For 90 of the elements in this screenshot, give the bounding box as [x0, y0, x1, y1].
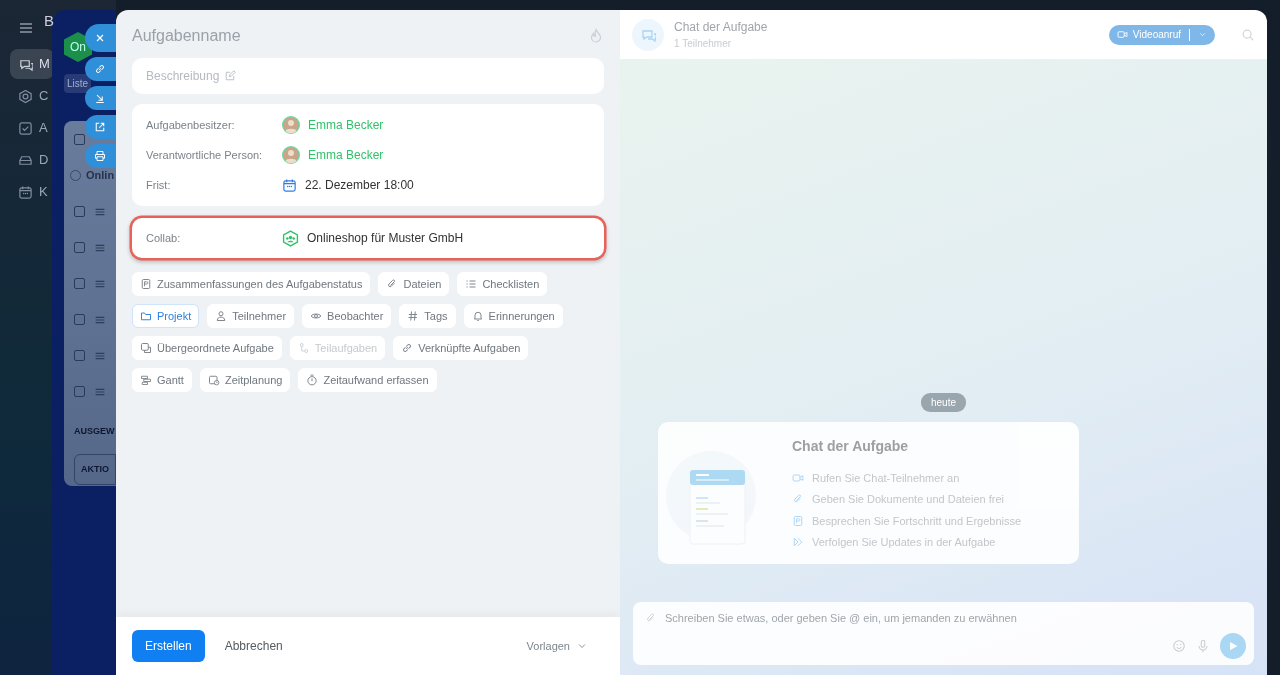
microphone-icon — [1196, 639, 1210, 653]
field-label: Frist: — [146, 177, 172, 193]
send-button[interactable] — [1220, 633, 1246, 659]
link-button[interactable] — [85, 57, 116, 81]
option-chip[interactable]: Teilnehmer — [207, 304, 295, 328]
link-icon — [94, 63, 106, 75]
option-chip[interactable]: Zeitaufwand erfassen — [298, 368, 437, 392]
checkbox[interactable] — [74, 134, 85, 145]
option-chip[interactable]: Checklisten — [457, 272, 548, 296]
logo-text: B — [44, 11, 54, 31]
edit-icon — [224, 70, 237, 82]
gantt-icon — [140, 374, 152, 386]
calendar-icon — [18, 184, 33, 200]
option-chip[interactable]: Projekt — [132, 304, 200, 328]
flame-icon — [588, 28, 604, 44]
checkbox[interactable] — [74, 314, 85, 325]
external-link-button[interactable] — [85, 115, 116, 139]
smiley-icon — [1172, 639, 1186, 653]
placeholder-text: Beschreibung — [146, 68, 220, 85]
external-link-icon — [94, 121, 106, 133]
section-label: AUSGEW — [74, 425, 116, 438]
calendar-clock-icon — [207, 374, 220, 386]
hash-icon — [407, 310, 420, 322]
list-icon — [465, 278, 478, 290]
checkbox[interactable] — [74, 206, 85, 217]
group-badge: On — [64, 32, 92, 62]
option-chip[interactable]: Beobachter — [302, 304, 392, 328]
eye-icon — [310, 310, 323, 322]
close-button[interactable] — [85, 24, 116, 52]
search-icon — [1241, 28, 1255, 43]
group-label: Onlin — [86, 168, 115, 184]
calendar-icon — [282, 177, 297, 193]
field-label: Collab: — [146, 230, 182, 246]
sidebar-item[interactable]: C — [10, 81, 54, 111]
video-camera-icon — [1116, 29, 1128, 40]
checkbox[interactable] — [74, 278, 85, 289]
option-chip[interactable]: Zeitplanung — [199, 368, 291, 392]
timer-icon — [306, 374, 319, 386]
nodes-icon — [297, 342, 310, 354]
field-label: Aufgabenbesitzer: — [146, 117, 236, 133]
collab-name: Onlineshop für Muster GmbH — [307, 230, 464, 247]
option-chip[interactable]: Übergeordnete Aufgabe — [132, 336, 282, 360]
hexagon-icon — [18, 88, 33, 104]
printer-icon — [94, 150, 106, 162]
group-hexagon-icon — [282, 229, 299, 247]
download-button[interactable] — [85, 86, 116, 110]
sidebar-item[interactable]: D — [10, 145, 54, 175]
document-icon — [140, 278, 152, 290]
cancel-button[interactable]: Abbrechen — [224, 637, 283, 655]
person-icon — [215, 310, 228, 322]
field-label: Verantwortliche Person: — [146, 147, 264, 163]
avatar — [282, 116, 300, 134]
feature-text: Rufen Sie Chat-Teilnehmer an — [812, 470, 960, 486]
sidebar-item[interactable]: M — [10, 49, 54, 79]
option-chip[interactable]: Erinnerungen — [463, 304, 563, 328]
sidebar-item[interactable]: K — [10, 177, 54, 207]
option-chip[interactable]: Verknüpfte Aufgaben — [393, 336, 529, 360]
feature-text: Besprechen Sie Fortschritt und Ergebnisse — [812, 513, 1022, 529]
option-chip[interactable]: Tags — [399, 304, 456, 328]
option-chip[interactable]: Gantt — [132, 368, 192, 392]
checkbox[interactable] — [74, 350, 85, 361]
message-field[interactable]: Schreiben Sie etwas, oder geben Sie @ ein, um jemanden zu erwähnen — [633, 602, 1254, 665]
folder-icon — [140, 310, 152, 322]
sidebar-item[interactable]: A — [10, 113, 54, 143]
chat-title: Chat der Aufgabe — [674, 19, 768, 36]
printer-button[interactable] — [85, 144, 116, 168]
date-divider: heute — [921, 393, 966, 412]
document-icon — [792, 514, 804, 527]
video-camera-icon — [792, 471, 804, 484]
send-icon — [1227, 640, 1239, 652]
feature-text: Geben Sie Dokumente und Dateien frei — [812, 492, 1004, 507]
create-button[interactable]: Erstellen — [132, 630, 205, 662]
intro-title: Chat der Aufgabe — [792, 437, 910, 456]
task-icon — [140, 342, 152, 354]
bell-icon — [471, 310, 484, 322]
deadline-value[interactable]: 22. Dezember 18:00 — [305, 176, 414, 194]
checkbox[interactable] — [74, 242, 85, 253]
double-chevron-icon — [792, 536, 804, 549]
avatar — [282, 146, 300, 164]
checkbox-icon — [18, 120, 33, 136]
checkbox[interactable] — [74, 386, 85, 397]
download-icon — [94, 92, 106, 104]
option-chip[interactable]: Dateien — [378, 272, 450, 296]
option-chip[interactable]: Zusammenfassungen des Aufgabenstatus — [132, 272, 371, 296]
close-icon — [94, 32, 106, 44]
link-icon — [401, 342, 414, 354]
placeholder-text: Schreiben Sie etwas, oder geben Sie @ ein, um jemanden zu erwähnen — [665, 611, 1017, 626]
chevron-down-icon — [1198, 30, 1207, 39]
view-tab[interactable]: Liste — [64, 74, 92, 93]
templates-dropdown[interactable]: Vorlagen — [520, 636, 594, 656]
